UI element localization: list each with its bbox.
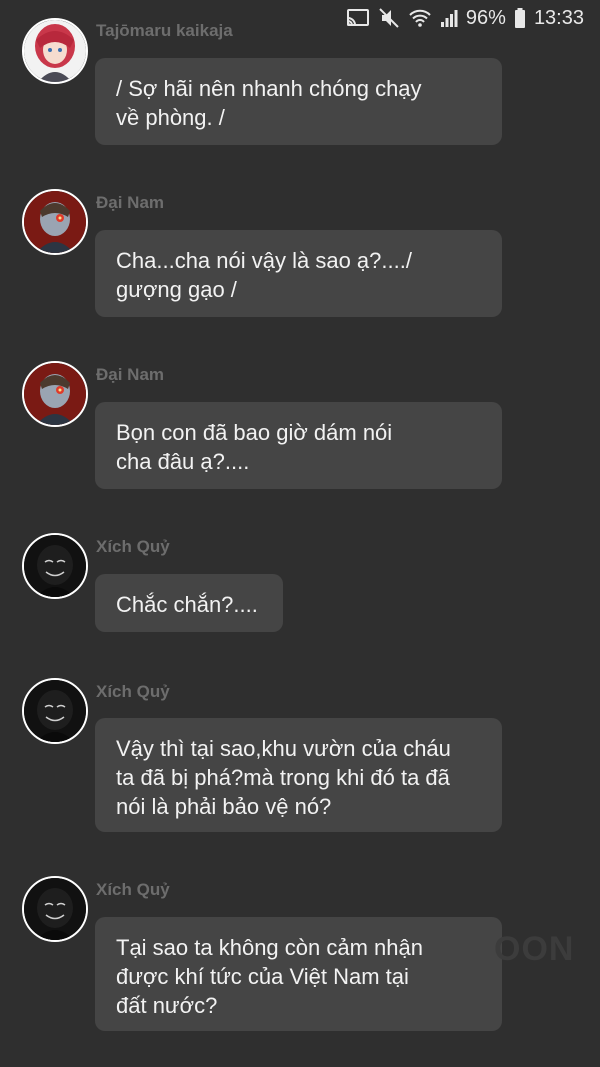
sender-name: Xích Quỷ — [96, 682, 170, 701]
watermark: OON — [494, 930, 575, 968]
mute-icon — [378, 7, 400, 29]
cast-icon — [346, 8, 370, 28]
status-bar: 96% 13:33 — [0, 0, 600, 36]
battery-icon — [514, 8, 526, 28]
dai-nam-avatar[interactable] — [22, 189, 88, 255]
message-bubble[interactable]: Vậy thì tại sao,khu vườn của cháu ta đã … — [95, 718, 502, 832]
dai-nam-avatar[interactable] — [22, 361, 88, 427]
tajomaru-avatar[interactable] — [22, 18, 88, 84]
message-bubble[interactable]: Cha...cha nói vậy là sao ạ?..../ gượng g… — [95, 230, 502, 317]
sender-name: Tajōmaru kaikaja — [96, 21, 233, 40]
sender-name: Xích Quỷ — [96, 880, 170, 899]
signal-icon — [440, 9, 458, 27]
xich-quy-avatar[interactable] — [22, 533, 88, 599]
xich-quy-avatar[interactable] — [22, 876, 88, 942]
clock: 13:33 — [533, 6, 584, 29]
message-bubble[interactable]: Chắc chắn?.... — [95, 574, 283, 632]
message-bubble[interactable]: Tại sao ta không còn cảm nhận được khí t… — [95, 917, 502, 1031]
xich-quy-avatar[interactable] — [22, 678, 88, 744]
message-bubble[interactable]: Bọn con đã bao giờ dám nói cha đâu ạ?...… — [95, 402, 502, 489]
sender-name: Xích Quỷ — [96, 537, 170, 556]
sender-name: Đại Nam — [96, 365, 165, 384]
message-bubble[interactable]: / Sợ hãi nên nhanh chóng chạy về phòng. … — [95, 58, 502, 145]
sender-name: Đại Nam — [96, 193, 165, 212]
battery-percent: 96% — [465, 6, 506, 29]
wifi-icon — [408, 8, 432, 28]
